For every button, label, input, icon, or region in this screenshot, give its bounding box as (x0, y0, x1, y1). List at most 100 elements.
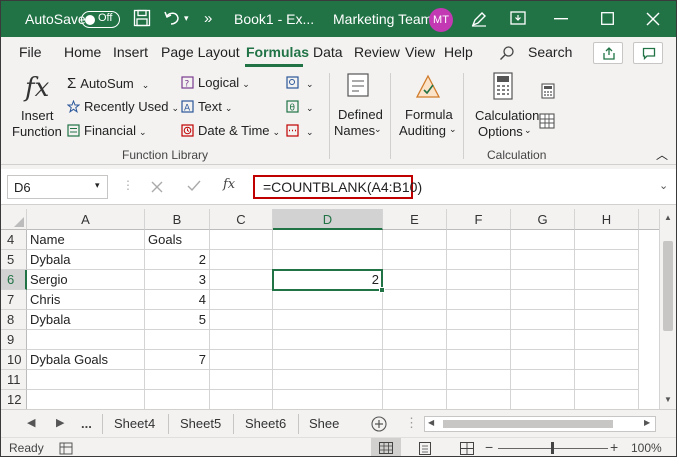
cell-d11[interactable] (273, 370, 383, 390)
cell-h8[interactable] (575, 310, 639, 330)
name-box-dropdown-icon[interactable]: ▾ (95, 180, 100, 191)
cell-f12[interactable] (447, 390, 511, 409)
search-icon[interactable] (499, 45, 515, 61)
page-layout-view-icon[interactable] (419, 442, 431, 455)
comments-button[interactable] (633, 42, 663, 64)
avatar[interactable]: MT (429, 8, 453, 32)
column-header-b[interactable]: B (145, 209, 210, 230)
resize-grip-icon[interactable]: ⋮ (122, 178, 134, 192)
cell-a11[interactable] (27, 370, 145, 390)
row-header[interactable]: 8 (1, 310, 27, 330)
tab-insert[interactable]: Insert (113, 44, 148, 60)
column-header-h[interactable]: H (575, 209, 639, 230)
cell-g6[interactable] (511, 270, 575, 290)
formula-input[interactable]: =COUNTBLANK(A4:B10) (253, 175, 422, 199)
tab-home[interactable]: Home (64, 44, 101, 60)
column-header-g[interactable]: G (511, 209, 575, 230)
cell-g5[interactable] (511, 250, 575, 270)
cell-a7[interactable]: Chris (27, 290, 145, 310)
autosum-button[interactable]: Σ AutoSum ⌄ (67, 75, 149, 92)
page-break-view-icon[interactable] (460, 442, 474, 455)
close-icon[interactable] (646, 12, 660, 26)
cell-f4[interactable] (447, 230, 511, 250)
row-header[interactable]: 9 (1, 330, 27, 350)
cell-a10[interactable]: Dybala Goals (27, 350, 145, 370)
normal-view-button[interactable] (371, 438, 401, 456)
cell-f11[interactable] (447, 370, 511, 390)
search-label[interactable]: Search (528, 44, 572, 60)
lookup-reference-button[interactable]: ⌄ (286, 75, 314, 90)
cell-b8[interactable]: 5 (145, 310, 210, 330)
cell-e10[interactable] (383, 350, 447, 370)
undo-icon[interactable] (163, 9, 181, 27)
row-header[interactable]: 11 (1, 370, 27, 390)
cell-c5[interactable] (210, 250, 273, 270)
more-commands-icon[interactable]: » (204, 10, 212, 27)
text-button[interactable]: A Text ⌄ (181, 99, 232, 114)
cell-h11[interactable] (575, 370, 639, 390)
row-header[interactable]: 5 (1, 250, 27, 270)
cell-h9[interactable] (575, 330, 639, 350)
recently-used-button[interactable]: Recently Used ⌄ (67, 99, 179, 114)
more-sheets-ellipsis[interactable]: ... (81, 416, 92, 431)
vertical-scrollbar[interactable]: ▲ ▼ (659, 209, 676, 409)
cell-c10[interactable] (210, 350, 273, 370)
column-header-partial[interactable] (639, 209, 659, 230)
sheet-tab-sheet6[interactable]: Sheet6 (245, 416, 286, 431)
cell-b12[interactable] (145, 390, 210, 409)
cell-b5[interactable]: 2 (145, 250, 210, 270)
row-header[interactable]: 12 (1, 390, 27, 409)
zoom-out-button[interactable]: − (485, 439, 493, 455)
cell-e4[interactable] (383, 230, 447, 250)
cell-e9[interactable] (383, 330, 447, 350)
autosave-toggle[interactable]: Off (81, 11, 120, 28)
cell-g4[interactable] (511, 230, 575, 250)
name-box[interactable]: D6 ▾ (7, 175, 108, 199)
zoom-in-button[interactable]: + (610, 439, 618, 455)
cell-h6[interactable] (575, 270, 639, 290)
cell-g8[interactable] (511, 310, 575, 330)
cell-b9[interactable] (145, 330, 210, 350)
sheet-tab-partial[interactable]: Shee (309, 416, 339, 431)
cell-d10[interactable] (273, 350, 383, 370)
cell-d8[interactable] (273, 310, 383, 330)
cell-e5[interactable] (383, 250, 447, 270)
tab-review[interactable]: Review (354, 44, 400, 60)
row-header[interactable]: 7 (1, 290, 27, 310)
cell-e6[interactable] (383, 270, 447, 290)
cell-a4[interactable]: Name (27, 230, 145, 250)
cell-a12[interactable] (27, 390, 145, 409)
cell-c9[interactable] (210, 330, 273, 350)
cell-a9[interactable] (27, 330, 145, 350)
prev-sheet-icon[interactable]: ◀ (27, 416, 35, 429)
cell-f6[interactable] (447, 270, 511, 290)
cell-d12[interactable] (273, 390, 383, 409)
cell-h10[interactable] (575, 350, 639, 370)
cell-d5[interactable] (273, 250, 383, 270)
tab-file[interactable]: File (19, 44, 42, 60)
zoom-slider-thumb[interactable] (551, 442, 554, 454)
ribbon-display-icon[interactable] (509, 9, 527, 27)
scroll-up-icon[interactable]: ▲ (664, 213, 672, 222)
tab-help[interactable]: Help (444, 44, 473, 60)
column-header-a[interactable]: A (27, 209, 145, 230)
cell-e8[interactable] (383, 310, 447, 330)
calculate-now-icon[interactable] (541, 83, 555, 99)
cell-d4[interactable] (273, 230, 383, 250)
cancel-icon[interactable] (151, 181, 163, 193)
pen-icon[interactable] (469, 9, 489, 29)
cell-h4[interactable] (575, 230, 639, 250)
cell-g11[interactable] (511, 370, 575, 390)
cell-b6[interactable]: 3 (145, 270, 210, 290)
sheet-tab-sheet4[interactable]: Sheet4 (114, 416, 155, 431)
cell-a8[interactable]: Dybala (27, 310, 145, 330)
column-header-f[interactable]: F (447, 209, 511, 230)
collapse-ribbon-icon[interactable]: ︿ (656, 146, 668, 163)
row-header[interactable]: 10 (1, 350, 27, 370)
cell-b7[interactable]: 4 (145, 290, 210, 310)
cell-g9[interactable] (511, 330, 575, 350)
cell-e11[interactable] (383, 370, 447, 390)
cell-b10[interactable]: 7 (145, 350, 210, 370)
cell-b4[interactable]: Goals (145, 230, 210, 250)
tab-view[interactable]: View (405, 44, 435, 60)
